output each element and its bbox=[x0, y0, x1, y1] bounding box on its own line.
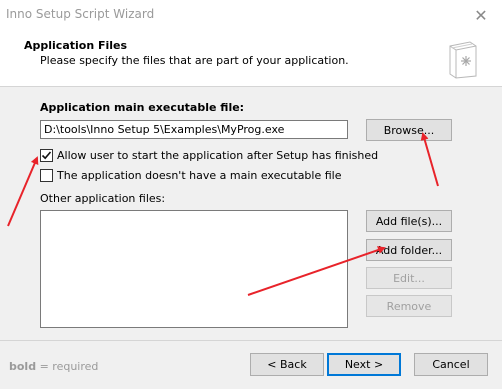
required-hint: bold = required bbox=[9, 360, 98, 373]
close-button[interactable]: ✕ bbox=[460, 0, 502, 30]
add-files-button[interactable]: Add file(s)... bbox=[366, 210, 452, 232]
footer-divider bbox=[0, 340, 502, 341]
next-button[interactable]: Next > bbox=[327, 353, 401, 376]
wizard-header: Application Files Please specify the fil… bbox=[0, 30, 502, 87]
no-exe-checkbox[interactable] bbox=[40, 169, 53, 182]
remove-button[interactable]: Remove bbox=[366, 295, 452, 317]
edit-button-label: Edit... bbox=[393, 271, 425, 285]
edit-button[interactable]: Edit... bbox=[366, 267, 452, 289]
required-hint-rest: = required bbox=[36, 360, 99, 373]
remove-button-label: Remove bbox=[386, 299, 432, 313]
no-exe-label: The application doesn't have a main exec… bbox=[57, 169, 342, 182]
title-bar: Inno Setup Script Wizard ✕ bbox=[0, 0, 502, 30]
other-files-list[interactable] bbox=[40, 210, 348, 328]
other-files-label: Other application files: bbox=[40, 192, 166, 205]
allow-start-checkbox[interactable] bbox=[40, 149, 53, 162]
wizard-book-icon bbox=[449, 41, 477, 79]
browse-button-label: Browse... bbox=[383, 123, 435, 137]
add-folder-button[interactable]: Add folder... bbox=[366, 239, 452, 261]
wizard-window: Inno Setup Script Wizard ✕ Application F… bbox=[0, 0, 502, 389]
allow-start-label: Allow user to start the application afte… bbox=[57, 149, 379, 162]
cancel-button[interactable]: Cancel bbox=[414, 353, 488, 376]
browse-button[interactable]: Browse... bbox=[366, 119, 452, 141]
close-icon: ✕ bbox=[474, 5, 488, 25]
back-button[interactable]: < Back bbox=[250, 353, 324, 376]
add-files-button-label: Add file(s)... bbox=[375, 214, 443, 228]
exe-path-input[interactable]: D:\tools\Inno Setup 5\Examples\MyProg.ex… bbox=[40, 120, 348, 139]
checkmark-icon bbox=[41, 151, 52, 160]
page-title: Application Files bbox=[24, 39, 128, 52]
add-folder-button-label: Add folder... bbox=[375, 243, 443, 257]
required-hint-bold: bold bbox=[9, 360, 37, 373]
cancel-button-label: Cancel bbox=[432, 358, 470, 371]
next-button-label: Next > bbox=[344, 358, 384, 371]
page-subtitle: Please specify the files that are part o… bbox=[40, 54, 349, 67]
window-title: Inno Setup Script Wizard bbox=[6, 7, 155, 21]
exe-label: Application main executable file: bbox=[40, 101, 245, 114]
back-button-label: < Back bbox=[267, 358, 307, 371]
